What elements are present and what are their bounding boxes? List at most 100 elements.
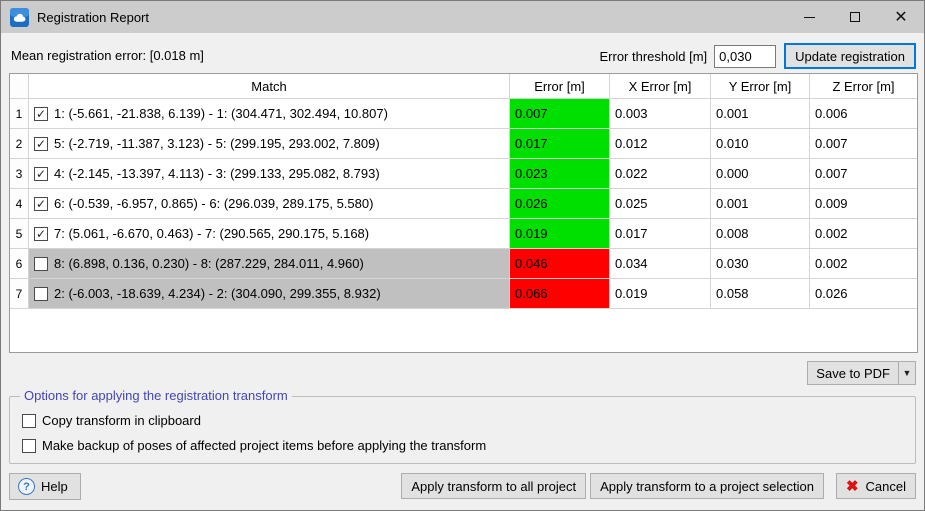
error-cell: 0.017 xyxy=(510,129,610,158)
save-to-pdf-button[interactable]: Save to PDF xyxy=(807,361,899,385)
make-backup-label: Make backup of poses of affected project… xyxy=(42,438,486,453)
match-table-header: Match Error [m] X Error [m] Y Error [m] … xyxy=(10,74,917,99)
error-cell: 0.046 xyxy=(510,249,610,278)
window-controls: ✕ xyxy=(786,1,924,33)
column-header-z-error[interactable]: Z Error [m] xyxy=(810,74,917,98)
row-checkbox[interactable]: ✓ xyxy=(34,197,48,211)
table-row[interactable]: 1 ✓ 1: (-5.661, -21.838, 6.139) - 1: (30… xyxy=(10,99,917,129)
match-label: 7: (5.061, -6.670, 0.463) - 7: (290.565,… xyxy=(54,226,369,241)
apply-transform-selection-button[interactable]: Apply transform to a project selection xyxy=(590,473,824,499)
row-number: 4 xyxy=(10,189,29,218)
error-cell: 0.023 xyxy=(510,159,610,188)
column-header-x-error[interactable]: X Error [m] xyxy=(610,74,711,98)
x-error-cell: 0.022 xyxy=(610,159,711,188)
save-to-pdf-split-button: Save to PDF ▼ xyxy=(807,361,916,385)
error-cell: 0.066 xyxy=(510,279,610,308)
y-error-cell: 0.001 xyxy=(711,99,810,128)
x-error-cell: 0.012 xyxy=(610,129,711,158)
make-backup-checkbox[interactable] xyxy=(22,439,36,453)
cancel-x-icon: ✖ xyxy=(846,477,859,495)
minimize-icon[interactable] xyxy=(786,1,832,33)
options-group-title: Options for applying the registration tr… xyxy=(20,388,292,403)
z-error-cell: 0.026 xyxy=(810,279,917,308)
y-error-cell: 0.008 xyxy=(711,219,810,248)
y-error-cell: 0.000 xyxy=(711,159,810,188)
match-label: 8: (6.898, 0.136, 0.230) - 8: (287.229, … xyxy=(54,256,364,271)
titlebar: Registration Report ✕ xyxy=(1,1,924,33)
table-row[interactable]: 3 ✓ 4: (-2.145, -13.397, 4.113) - 3: (29… xyxy=(10,159,917,189)
close-icon[interactable]: ✕ xyxy=(878,1,924,33)
row-number: 3 xyxy=(10,159,29,188)
row-checkbox[interactable]: ✓ xyxy=(34,107,48,121)
error-cell: 0.007 xyxy=(510,99,610,128)
content-area: Match Error [m] X Error [m] Y Error [m] … xyxy=(1,33,924,510)
row-number: 1 xyxy=(10,99,29,128)
registration-report-dialog: Registration Report ✕ Mean registration … xyxy=(0,0,925,511)
match-cell: ✓ 6: (-0.539, -6.957, 0.865) - 6: (296.0… xyxy=(29,189,510,218)
table-row[interactable]: 6 8: (6.898, 0.136, 0.230) - 8: (287.229… xyxy=(10,249,917,279)
x-error-cell: 0.019 xyxy=(610,279,711,308)
maximize-icon[interactable] xyxy=(832,1,878,33)
app-cloud-icon xyxy=(10,8,29,27)
z-error-cell: 0.002 xyxy=(810,249,917,278)
y-error-cell: 0.010 xyxy=(711,129,810,158)
footer-left: ? Help xyxy=(9,473,81,500)
y-error-cell: 0.001 xyxy=(711,189,810,218)
z-error-cell: 0.002 xyxy=(810,219,917,248)
match-label: 4: (-2.145, -13.397, 4.113) - 3: (299.13… xyxy=(54,166,380,181)
table-row[interactable]: 7 2: (-6.003, -18.639, 4.234) - 2: (304.… xyxy=(10,279,917,309)
x-error-cell: 0.025 xyxy=(610,189,711,218)
match-label: 2: (-6.003, -18.639, 4.234) - 2: (304.09… xyxy=(54,286,381,301)
match-table: Match Error [m] X Error [m] Y Error [m] … xyxy=(9,73,918,353)
row-checkbox[interactable] xyxy=(34,287,48,301)
z-error-cell: 0.006 xyxy=(810,99,917,128)
cancel-label: Cancel xyxy=(866,479,906,494)
column-header-match[interactable]: Match xyxy=(29,74,510,98)
error-cell: 0.019 xyxy=(510,219,610,248)
row-number: 6 xyxy=(10,249,29,278)
table-row[interactable]: 5 ✓ 7: (5.061, -6.670, 0.463) - 7: (290.… xyxy=(10,219,917,249)
match-cell: ✓ 4: (-2.145, -13.397, 4.113) - 3: (299.… xyxy=(29,159,510,188)
y-error-cell: 0.030 xyxy=(711,249,810,278)
row-number: 2 xyxy=(10,129,29,158)
corner-header-cell xyxy=(10,74,29,98)
match-cell: 8: (6.898, 0.136, 0.230) - 8: (287.229, … xyxy=(29,249,510,278)
help-button[interactable]: ? Help xyxy=(9,473,81,500)
copy-transform-label: Copy transform in clipboard xyxy=(42,413,201,428)
table-row[interactable]: 4 ✓ 6: (-0.539, -6.957, 0.865) - 6: (296… xyxy=(10,189,917,219)
row-number: 5 xyxy=(10,219,29,248)
row-checkbox[interactable]: ✓ xyxy=(34,137,48,151)
match-cell: ✓ 7: (5.061, -6.670, 0.463) - 7: (290.56… xyxy=(29,219,510,248)
match-cell: 2: (-6.003, -18.639, 4.234) - 2: (304.09… xyxy=(29,279,510,308)
options-groupbox: Options for applying the registration tr… xyxy=(9,396,916,464)
copy-transform-option[interactable]: Copy transform in clipboard xyxy=(22,413,201,428)
x-error-cell: 0.003 xyxy=(610,99,711,128)
z-error-cell: 0.007 xyxy=(810,159,917,188)
save-to-pdf-dropdown-icon[interactable]: ▼ xyxy=(899,361,916,385)
match-table-body: 1 ✓ 1: (-5.661, -21.838, 6.139) - 1: (30… xyxy=(10,99,917,309)
row-checkbox[interactable]: ✓ xyxy=(34,167,48,181)
z-error-cell: 0.009 xyxy=(810,189,917,218)
column-header-y-error[interactable]: Y Error [m] xyxy=(711,74,810,98)
column-header-error[interactable]: Error [m] xyxy=(510,74,610,98)
match-cell: ✓ 1: (-5.661, -21.838, 6.139) - 1: (304.… xyxy=(29,99,510,128)
help-question-icon: ? xyxy=(18,478,35,495)
table-empty-area xyxy=(10,309,917,352)
match-label: 1: (-5.661, -21.838, 6.139) - 1: (304.47… xyxy=(54,106,388,121)
match-label: 5: (-2.719, -11.387, 3.123) - 5: (299.19… xyxy=(54,136,380,151)
x-error-cell: 0.034 xyxy=(610,249,711,278)
table-row[interactable]: 2 ✓ 5: (-2.719, -11.387, 3.123) - 5: (29… xyxy=(10,129,917,159)
row-number: 7 xyxy=(10,279,29,308)
apply-transform-all-button[interactable]: Apply transform to all project xyxy=(401,473,586,499)
z-error-cell: 0.007 xyxy=(810,129,917,158)
make-backup-option[interactable]: Make backup of poses of affected project… xyxy=(22,438,486,453)
row-checkbox[interactable]: ✓ xyxy=(34,227,48,241)
match-label: 6: (-0.539, -6.957, 0.865) - 6: (296.039… xyxy=(54,196,373,211)
copy-transform-checkbox[interactable] xyxy=(22,414,36,428)
help-label: Help xyxy=(41,479,68,494)
cancel-button[interactable]: ✖ Cancel xyxy=(836,473,916,499)
row-checkbox[interactable] xyxy=(34,257,48,271)
footer-right: Apply transform to all project Apply tra… xyxy=(401,473,916,499)
y-error-cell: 0.058 xyxy=(711,279,810,308)
window-title: Registration Report xyxy=(37,10,149,25)
